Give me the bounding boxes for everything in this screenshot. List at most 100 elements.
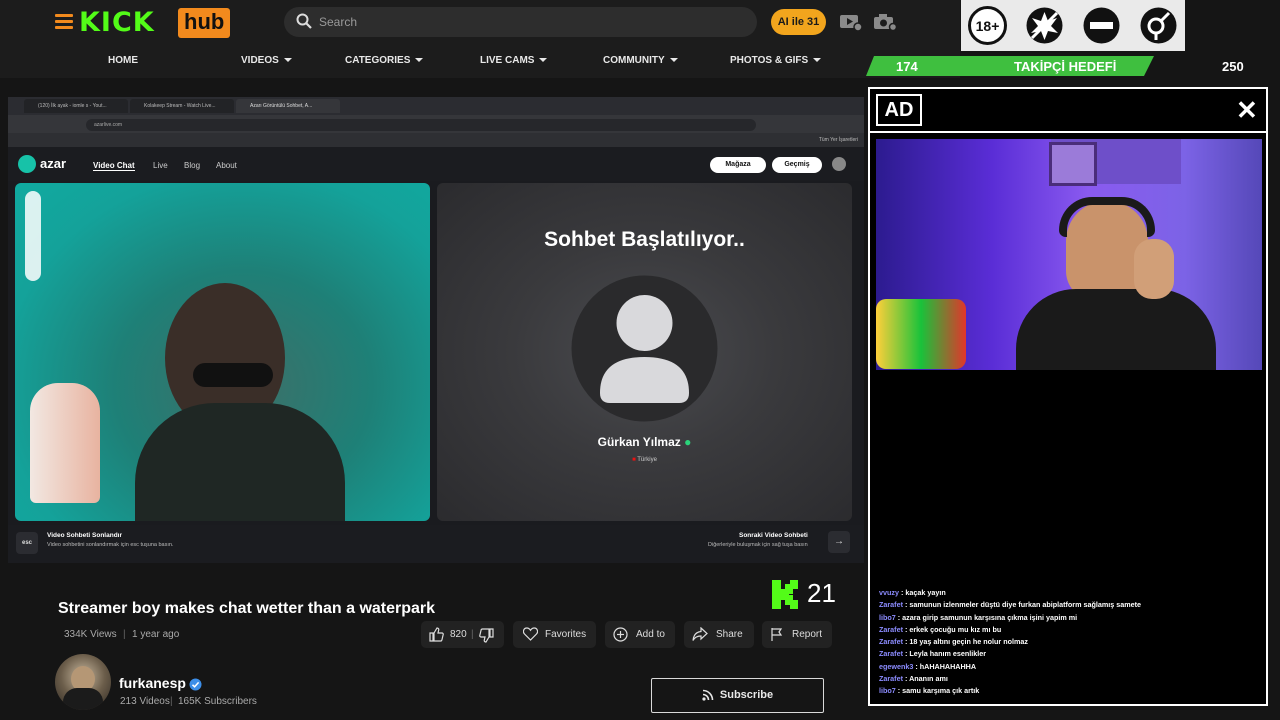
bookmark-label: Tüm Yer İşaretleri [818, 137, 858, 143]
nav-live-cams-label: LIVE CAMS [480, 55, 535, 66]
kick-logo-icon [772, 580, 798, 609]
share-label: Share [716, 629, 743, 640]
azar-nav-live: Live [153, 161, 168, 170]
nav-videos[interactable]: VIDEOS [241, 55, 292, 66]
ad-label: AD [876, 94, 922, 126]
separator: | [471, 629, 474, 640]
azar-logo-icon [18, 155, 36, 173]
browser-tab-bar: (120) İlk ayak - iomle s - Yout... Kolak… [8, 97, 864, 115]
divider [870, 131, 1266, 133]
chat-text: hAHAHAHAHHA [919, 661, 977, 671]
promo-button[interactable]: AI ile 31 [771, 9, 826, 35]
ad-overlay-panel: AD ✕ vvuzy : kaçak yayın Zarafet : samunu… [868, 87, 1268, 706]
plus-circle-icon [613, 627, 628, 642]
nav-videos-label: VIDEOS [241, 55, 279, 66]
favorites-button[interactable]: Favorites [513, 621, 596, 648]
avatar-placeholder-icon [571, 275, 718, 422]
chat-text: azara girip samunun karşısına çıkma işin… [902, 612, 1078, 622]
kick-count: 21 [807, 578, 836, 608]
browser-tab-active: Azarı Görüntülü Sohbet, A... [236, 99, 340, 113]
chat-text: kaçak yayın [905, 588, 946, 597]
verified-icon [189, 678, 202, 691]
nav-categories[interactable]: CATEGORIES [345, 55, 424, 66]
flag-icon: ■ [632, 457, 636, 463]
end-chat-subtitle: Video sohbetini sonlandırmak için esc tu… [47, 542, 174, 548]
chevron-down-icon [283, 58, 292, 63]
next-chat-title: Sonraki Video Sohbeti [739, 532, 808, 539]
nav-live-cams[interactable]: LIVE CAMS [480, 55, 548, 66]
camera-upload-icon[interactable] [873, 13, 897, 31]
site-header: KICK hub Search AI ile 31 HOME VIDEOS CA… [0, 0, 960, 78]
chat-username: egewenk3 [879, 661, 914, 671]
chat-message: egewenk3 : hAHAHAHAHHA [879, 661, 1264, 673]
azar-nav-about: About [216, 161, 237, 170]
goal-target: 250 [1222, 59, 1244, 74]
video-player[interactable]: (120) İlk ayak - iomle s - Yout... Kolak… [8, 97, 864, 563]
report-label: Report [792, 629, 823, 640]
chat-text: samu karşıma çık artık [902, 686, 980, 696]
search-icon [296, 13, 312, 29]
channel-videos: 213 Videos [120, 696, 170, 707]
logo-hub[interactable]: hub [178, 8, 231, 38]
view-count: 334K Views [64, 629, 117, 640]
age-18-icon: 18+ [968, 6, 1007, 45]
nav-home[interactable]: HOME [108, 55, 138, 66]
next-chat-subtitle: Diğerleriyle buluşmak için sağ tuşa bası… [708, 542, 808, 548]
separator: | [123, 629, 126, 640]
share-button[interactable]: Share [684, 621, 754, 648]
local-camera-view [15, 183, 430, 521]
bookmark-bar: Tüm Yer İşaretleri [8, 133, 864, 147]
address-bar: azarlive.com [86, 119, 756, 131]
goal-current: 174 [896, 59, 918, 74]
nav-community-label: COMMUNITY [603, 55, 665, 66]
goal-label: TAKİPÇİ HEDEFİ [1014, 59, 1117, 74]
arrow-right-icon: → [828, 531, 850, 553]
thumbs-up-icon[interactable] [429, 627, 444, 642]
remote-camera-view: Sohbet Başlatılıyor.. Gürkan Yılmaz ● ■ … [437, 183, 852, 521]
chat-username: vvuzy [879, 588, 899, 597]
chat-text: Ananın amı [909, 674, 948, 684]
peer-country-text: Türkiye [637, 457, 657, 463]
chat-message: Zarafet : Leyla hanım esenlikler [879, 648, 1264, 660]
logo-kick[interactable]: KICK [79, 7, 155, 38]
add-to-button[interactable]: Add to [605, 621, 675, 648]
chat-message: Zarafet : 18 yaş altını geçin he nolur n… [879, 636, 1264, 648]
search-placeholder: Search [319, 15, 358, 29]
chevron-down-icon [813, 58, 822, 63]
nav-categories-label: CATEGORIES [345, 55, 411, 66]
chat-text: 18 yaş altını geçin he nolur nolmaz [909, 637, 1028, 647]
channel-avatar[interactable] [55, 654, 111, 710]
chevron-down-icon [669, 58, 678, 63]
peer-country: ■ Türkiye [437, 457, 852, 463]
tool-rail [25, 191, 41, 281]
chat-username: libo7 [879, 686, 896, 696]
azar-navbar: azar Video Chat Live Blog About Mağaza G… [8, 147, 864, 181]
peer-name-text: Gürkan Yılmaz [597, 435, 681, 449]
heart-icon [523, 627, 538, 641]
menu-icon[interactable] [55, 14, 73, 29]
upload-age: 1 year ago [132, 629, 180, 640]
close-icon[interactable]: ✕ [1236, 95, 1258, 125]
subscribe-button[interactable]: Subscribe [651, 678, 824, 713]
verified-icon: ● [684, 435, 692, 449]
chat-text: samunun izlenmeler düştü diye furkan abi… [909, 600, 1142, 610]
channel-name[interactable]: furkanesp [119, 675, 186, 691]
nav-community[interactable]: COMMUNITY [603, 55, 678, 66]
peer-name: Gürkan Yılmaz ● [437, 435, 852, 449]
report-button[interactable]: Report [762, 621, 832, 648]
add-to-label: Add to [636, 629, 665, 640]
age-18-label: 18+ [976, 18, 1000, 34]
chat-log: vvuzy : kaçak yayın Zarafet : samunun izl… [879, 587, 1264, 698]
chat-message: libo7 : samu karşıma çık artık [879, 685, 1264, 697]
chat-message: vvuzy : kaçak yayın [879, 587, 1264, 599]
nav-photos-gifs[interactable]: PHOTOS & GIFS [730, 55, 822, 66]
thumbs-down-icon[interactable] [479, 628, 494, 643]
separator: | [170, 696, 173, 707]
like-count: 820 [450, 629, 467, 640]
follower-goal-bar: 174 TAKİPÇİ HEDEFİ 250 [866, 56, 1280, 76]
video-upload-icon[interactable] [839, 13, 863, 31]
chat-username: Zarafet [879, 674, 903, 684]
rss-icon [702, 689, 714, 701]
chat-text: erkek çocuğu mu kız mı bu [909, 624, 1002, 634]
chat-username: Zarafet [879, 624, 903, 634]
